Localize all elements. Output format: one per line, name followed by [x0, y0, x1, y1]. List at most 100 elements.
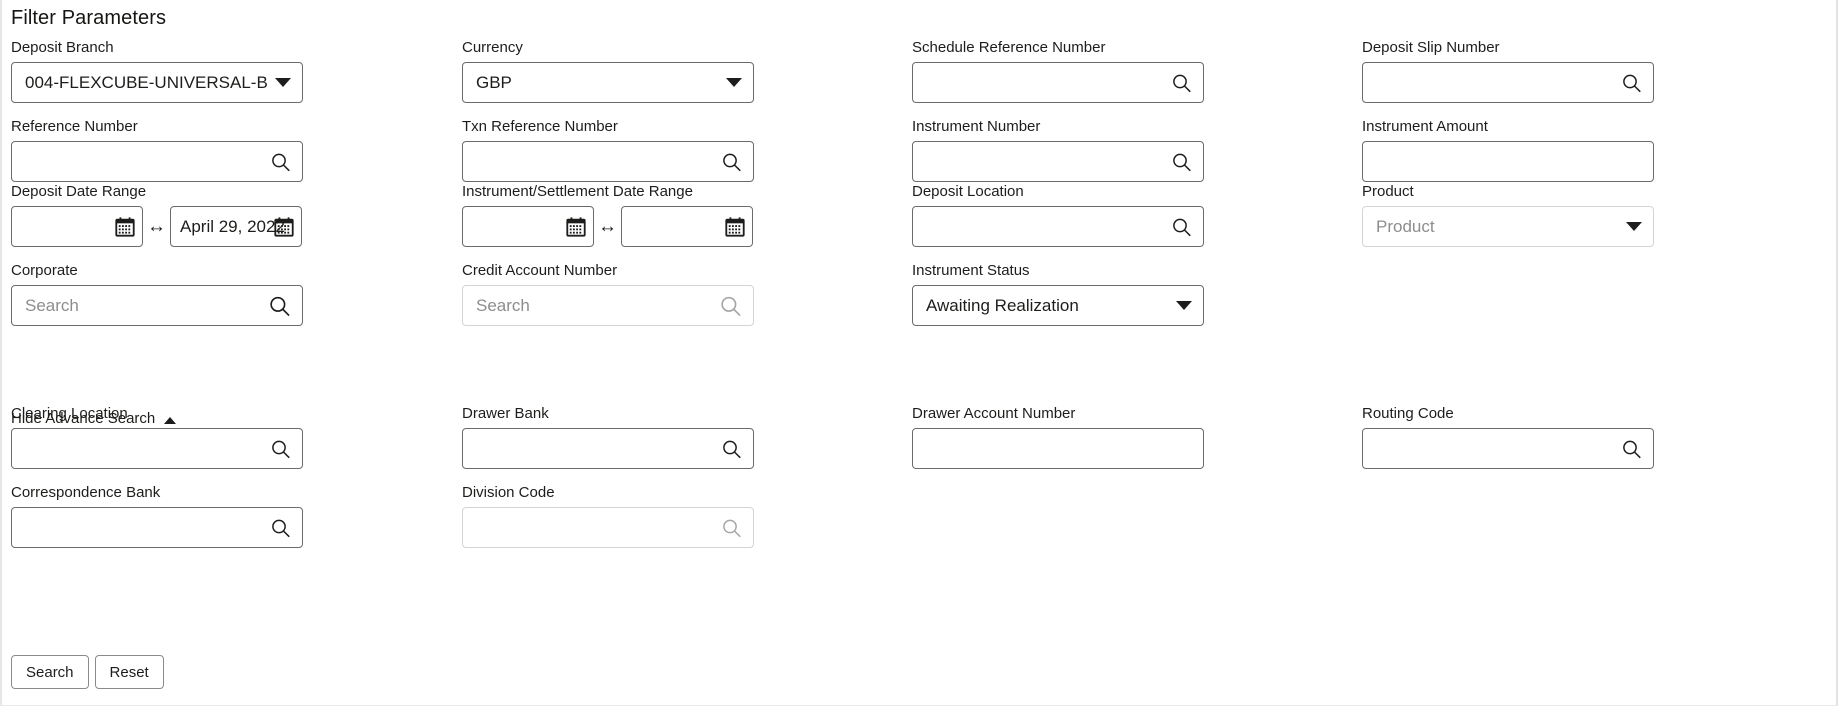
chevron-down-icon — [1176, 301, 1192, 311]
search-icon[interactable] — [1171, 72, 1192, 93]
instrument-date-from-input[interactable] — [462, 206, 594, 247]
left-right-arrow-icon: ↔ — [143, 217, 170, 236]
correspondence-bank-input[interactable] — [11, 507, 303, 548]
field-schedule-reference-number: Schedule Reference Number — [912, 38, 1204, 103]
reset-button[interactable]: Reset — [95, 655, 164, 689]
left-right-arrow-icon: ↔ — [594, 217, 621, 236]
calendar-icon[interactable] — [273, 216, 295, 238]
instrument-status-dropdown[interactable]: Awaiting Realization — [912, 285, 1204, 326]
instrument-amount-input[interactable] — [1362, 141, 1654, 182]
search-icon[interactable] — [721, 151, 742, 172]
deposit-branch-value: 004-FLEXCUBE-UNIVERSAL-B — [12, 73, 302, 93]
search-icon — [719, 294, 742, 317]
label-schedule-reference-number: Schedule Reference Number — [912, 38, 1204, 57]
label-routing-code: Routing Code — [1362, 404, 1654, 423]
instrument-date-to-input[interactable] — [621, 206, 753, 247]
search-icon[interactable] — [268, 294, 291, 317]
deposit-location-input[interactable] — [912, 206, 1204, 247]
instrument-date-range-group: ↔ — [462, 206, 753, 247]
chevron-down-icon — [275, 78, 291, 88]
page-title: Filter Parameters — [11, 7, 166, 30]
currency-value: GBP — [463, 73, 753, 93]
deposit-date-range-group: ↔ April 29, 2022 — [11, 206, 302, 247]
currency-dropdown[interactable]: GBP — [462, 62, 754, 103]
search-icon[interactable] — [270, 517, 291, 538]
label-corporate: Corporate — [11, 261, 303, 280]
search-icon[interactable] — [1621, 72, 1642, 93]
field-drawer-bank: Drawer Bank — [462, 404, 754, 469]
deposit-date-to-value: April 29, 2022 — [171, 217, 285, 237]
chevron-down-icon — [1626, 222, 1642, 232]
field-reference-number: Reference Number — [11, 117, 303, 182]
product-placeholder: Product — [1363, 217, 1653, 237]
drawer-account-number-input[interactable] — [912, 428, 1204, 469]
field-deposit-location: Deposit Location — [912, 182, 1204, 247]
field-credit-account-number: Credit Account Number Search — [462, 261, 754, 326]
corporate-input[interactable]: Search — [11, 285, 303, 326]
deposit-slip-number-input[interactable] — [1362, 62, 1654, 103]
action-button-row: Search Reset — [11, 655, 164, 689]
routing-code-input[interactable] — [1362, 428, 1654, 469]
deposit-branch-dropdown[interactable]: 004-FLEXCUBE-UNIVERSAL-B — [11, 62, 303, 103]
search-button[interactable]: Search — [11, 655, 89, 689]
drawer-bank-input[interactable] — [462, 428, 754, 469]
label-correspondence-bank: Correspondence Bank — [11, 483, 303, 502]
panel-left-rule — [0, 0, 2, 705]
field-routing-code: Routing Code — [1362, 404, 1654, 469]
corporate-placeholder: Search — [12, 296, 302, 316]
label-instrument-status: Instrument Status — [912, 261, 1204, 280]
field-deposit-slip-number: Deposit Slip Number — [1362, 38, 1654, 103]
label-credit-account-number: Credit Account Number — [462, 261, 754, 280]
deposit-date-to-input[interactable]: April 29, 2022 — [170, 206, 302, 247]
product-dropdown[interactable]: Product — [1362, 206, 1654, 247]
search-icon[interactable] — [270, 438, 291, 459]
label-division-code: Division Code — [462, 483, 754, 502]
label-drawer-bank: Drawer Bank — [462, 404, 754, 423]
instrument-number-input[interactable] — [912, 141, 1204, 182]
txn-reference-number-input[interactable] — [462, 141, 754, 182]
label-instrument-number: Instrument Number — [912, 117, 1204, 136]
credit-account-number-input[interactable]: Search — [462, 285, 754, 326]
label-instrument-settlement-date-range: Instrument/Settlement Date Range — [462, 182, 753, 201]
label-deposit-date-range: Deposit Date Range — [11, 182, 302, 201]
schedule-reference-number-input[interactable] — [912, 62, 1204, 103]
calendar-icon[interactable] — [724, 216, 746, 238]
label-txn-reference-number: Txn Reference Number — [462, 117, 754, 136]
label-reference-number: Reference Number — [11, 117, 303, 136]
instrument-status-value: Awaiting Realization — [913, 296, 1203, 316]
deposit-date-from-input[interactable] — [11, 206, 143, 247]
field-instrument-amount: Instrument Amount — [1362, 117, 1654, 182]
label-drawer-account-number: Drawer Account Number — [912, 404, 1204, 423]
field-product: Product Product — [1362, 182, 1654, 247]
credit-account-number-placeholder: Search — [463, 296, 753, 316]
search-icon[interactable] — [1621, 438, 1642, 459]
reference-number-input[interactable] — [11, 141, 303, 182]
label-deposit-slip-number: Deposit Slip Number — [1362, 38, 1654, 57]
field-instrument-number: Instrument Number — [912, 117, 1204, 182]
field-drawer-account-number: Drawer Account Number — [912, 404, 1204, 469]
division-code-input[interactable] — [462, 507, 754, 548]
calendar-icon[interactable] — [565, 216, 587, 238]
search-icon[interactable] — [1171, 216, 1192, 237]
filter-parameters-panel: Filter Parameters Deposit Branch 004-FLE… — [0, 0, 1838, 706]
label-deposit-branch: Deposit Branch — [11, 38, 303, 57]
field-instrument-status: Instrument Status Awaiting Realization — [912, 261, 1204, 326]
field-corporate: Corporate Search — [11, 261, 303, 326]
search-icon[interactable] — [1171, 151, 1192, 172]
field-instrument-settlement-date-range: Instrument/Settlement Date Range ↔ — [462, 182, 753, 247]
field-deposit-date-range: Deposit Date Range ↔ April 29, 2022 — [11, 182, 302, 247]
search-icon — [721, 517, 742, 538]
search-icon[interactable] — [270, 151, 291, 172]
calendar-icon[interactable] — [114, 216, 136, 238]
label-deposit-location: Deposit Location — [912, 182, 1204, 201]
label-instrument-amount: Instrument Amount — [1362, 117, 1654, 136]
search-icon[interactable] — [721, 438, 742, 459]
chevron-down-icon — [726, 78, 742, 88]
label-product: Product — [1362, 182, 1654, 201]
field-division-code: Division Code — [462, 483, 754, 548]
field-deposit-branch: Deposit Branch 004-FLEXCUBE-UNIVERSAL-B — [11, 38, 303, 103]
field-txn-reference-number: Txn Reference Number — [462, 117, 754, 182]
label-clearing-location: Clearing Location — [11, 404, 303, 423]
field-clearing-location: Clearing Location — [11, 404, 303, 469]
clearing-location-input[interactable] — [11, 428, 303, 469]
